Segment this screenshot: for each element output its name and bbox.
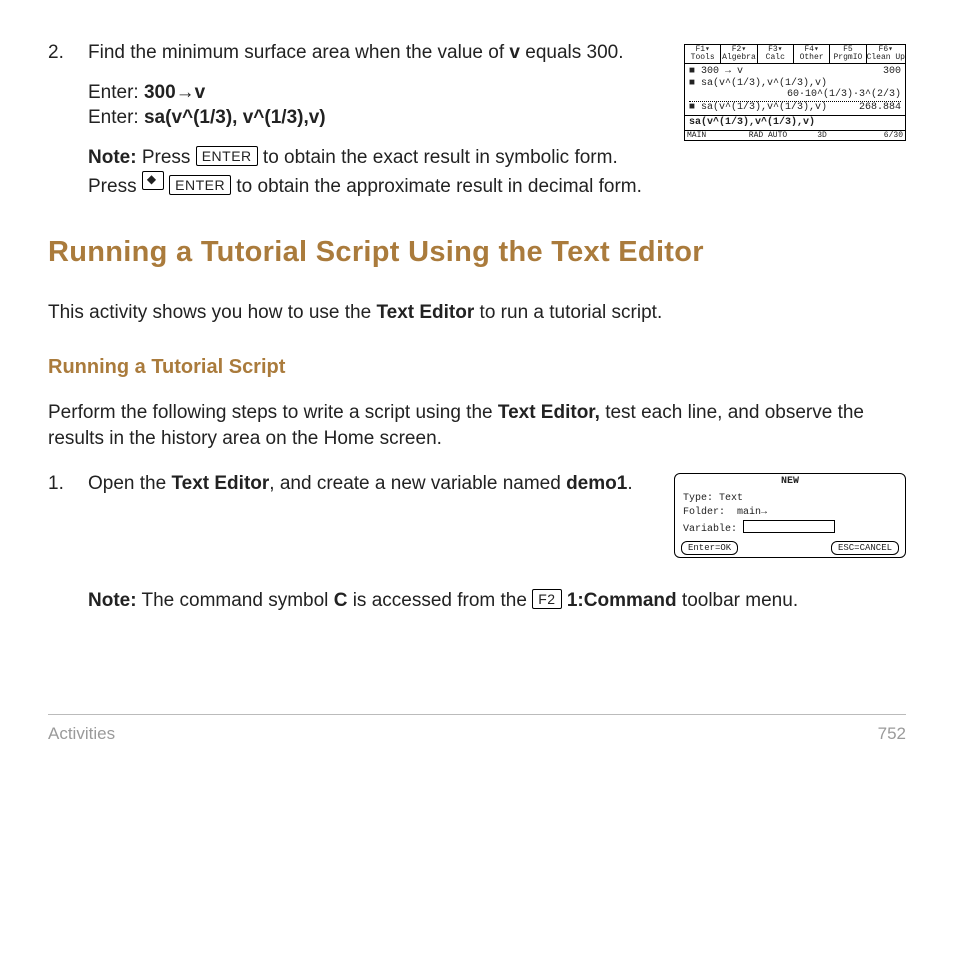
menu-f1: F1▾ Tools <box>685 45 721 63</box>
menu-f3: F3▾ Calc <box>758 45 794 63</box>
step-1-note: Note: The command symbol C is accessed f… <box>88 588 906 614</box>
menu-f6: F6▾ Clean Up <box>867 45 905 63</box>
calc-status: MAIN RAD AUTO 3D 6/30 <box>685 130 905 140</box>
f2-key: F2 <box>532 589 561 609</box>
footer-page: 752 <box>878 723 906 746</box>
dialog-ok[interactable]: Enter=OK <box>681 541 738 555</box>
step-2-text: 2. Find the minimum surface area when th… <box>48 40 684 199</box>
step-2-enter-2: Enter: sa(v^(1/3), v^(1/3),v) <box>88 105 664 131</box>
sub-heading: Running a Tutorial Script <box>48 354 906 381</box>
calc-menubar: F1▾ Tools F2▾ Algebra F3▾ Calc F4▾ Other… <box>685 45 905 64</box>
menu-f2: F2▾ Algebra <box>721 45 757 63</box>
dialog-cancel[interactable]: ESC=CANCEL <box>831 541 899 555</box>
step-1-body: Open the Text Editor, and create a new v… <box>88 471 633 497</box>
menu-f4: F4▾ Other <box>794 45 830 63</box>
diamond-key <box>142 171 164 190</box>
calc-entry: sa(v^(1/3),v^(1/3),v) <box>685 115 905 130</box>
step-2: 2. Find the minimum surface area when th… <box>48 40 906 199</box>
variable-input[interactable] <box>743 520 835 533</box>
step-1-text: 1. Open the Text Editor, and create a ne… <box>48 471 674 497</box>
step-1-number: 1. <box>48 471 88 497</box>
calculator-screen: F1▾ Tools F2▾ Algebra F3▾ Calc F4▾ Other… <box>684 44 906 141</box>
section-heading: Running a Tutorial Script Using the Text… <box>48 233 906 272</box>
enter-key: ENTER <box>169 175 231 195</box>
page-footer: Activities 752 <box>48 714 906 746</box>
footer-left: Activities <box>48 723 115 746</box>
intro-paragraph: This activity shows you how to use the T… <box>48 300 906 326</box>
step-2-note: Note: Press ENTER to obtain the exact re… <box>88 145 664 199</box>
dialog-title: NEW <box>675 474 905 490</box>
new-text-dialog: NEW Type: Text Folder: main→ Variable: E… <box>674 473 906 558</box>
menu-f5: F5 PrgmIO <box>830 45 866 63</box>
step-1: 1. Open the Text Editor, and create a ne… <box>48 471 906 558</box>
enter-key: ENTER <box>196 146 258 166</box>
instructions-paragraph: Perform the following steps to write a s… <box>48 400 906 451</box>
calc-history: ■ 300 → v300 ■ sa(v^(1/3),v^(1/3),v) 60·… <box>685 64 905 115</box>
dialog-body: Type: Text Folder: main→ Variable: <box>675 490 905 541</box>
step-2-body: Find the minimum surface area when the v… <box>88 40 624 66</box>
step-2-number: 2. <box>48 40 88 66</box>
step-2-enter-1: Enter: 300→v <box>88 80 664 106</box>
